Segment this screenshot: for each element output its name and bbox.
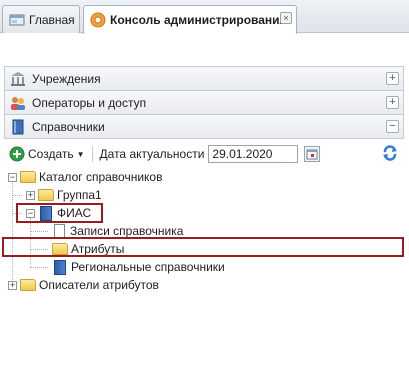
tab-admin-console[interactable]: Консоль администрирования × [83, 5, 297, 34]
calendar-icon [306, 149, 318, 160]
accordion-references[interactable]: Справочники − [5, 115, 403, 139]
tree-connector [30, 249, 48, 250]
tab-bar: Главная Консоль администрирования × [0, 0, 409, 34]
tree-connector [12, 195, 22, 196]
refresh-icon [383, 145, 397, 161]
reference-books-icon [54, 259, 66, 275]
folder-icon [20, 279, 36, 291]
collapse-references-button[interactable]: − [386, 120, 399, 133]
tree-node-fias-label: ФИАС [57, 206, 92, 220]
chevron-down-icon: ▼ [76, 149, 85, 159]
accordion-operators-label: Операторы и доступ [32, 95, 147, 110]
institution-icon [10, 71, 26, 87]
tab-home[interactable]: Главная [2, 5, 80, 33]
accordion-references-label: Справочники [32, 119, 105, 134]
date-actuality-value: 29.01.2020 [212, 147, 273, 161]
tree-connector [12, 213, 22, 214]
home-icon [9, 12, 25, 28]
document-icon [54, 224, 65, 238]
expand-operators-button[interactable]: + [386, 96, 399, 109]
references-toolbar: Создать ▼ Дата актуальности 29.01.2020 [4, 142, 404, 166]
refresh-button[interactable] [382, 145, 398, 164]
date-actuality-label: Дата актуальности [99, 147, 205, 161]
admin-accordion: Учреждения + Операторы и доступ + Справо… [4, 66, 404, 139]
tree-node-descriptors[interactable]: + Описатели атрибутов [8, 276, 159, 294]
tab-admin-console-label: Консоль администрирования [110, 13, 287, 27]
collapse-toggle-icon[interactable]: − [8, 172, 17, 182]
reference-book-icon [40, 205, 52, 221]
users-icon [10, 95, 26, 111]
expand-toggle-icon[interactable]: + [26, 190, 35, 200]
tree-node-catalog-label: Каталог справочников [39, 170, 163, 184]
add-circle-icon [9, 146, 25, 162]
tab-home-label: Главная [29, 12, 75, 27]
collapse-toggle-icon[interactable]: − [26, 208, 35, 218]
tree-node-records[interactable]: Записи справочника [52, 222, 183, 240]
folder-icon [20, 171, 36, 183]
accordion-institutions-label: Учреждения [32, 71, 101, 86]
folder-icon [38, 189, 54, 201]
create-button-label: Создать [28, 147, 74, 161]
calendar-button[interactable] [304, 146, 321, 162]
tree-node-attributes[interactable]: Атрибуты [52, 240, 124, 258]
expand-toggle-icon[interactable]: + [8, 280, 17, 290]
tree-connector [30, 231, 48, 232]
tree-node-records-label: Записи справочника [70, 224, 184, 238]
book-icon [10, 119, 26, 135]
accordion-institutions[interactable]: Учреждения + [5, 67, 403, 91]
tree-node-descriptors-label: Описатели атрибутов [39, 278, 159, 292]
date-actuality-field[interactable]: 29.01.2020 [208, 145, 299, 163]
expand-institutions-button[interactable]: + [386, 72, 399, 85]
folder-icon [52, 243, 68, 255]
tree-node-regional-label: Региональные справочники [71, 260, 225, 274]
create-button[interactable]: Создать ▼ [9, 146, 85, 162]
accordion-operators[interactable]: Операторы и доступ + [5, 91, 403, 115]
tree-connector [30, 218, 31, 268]
tree-node-group1-label: Группа1 [57, 188, 102, 202]
settings-gear-icon [90, 12, 106, 28]
tree-node-fias[interactable]: − ФИАС [26, 204, 91, 222]
tree-connector [30, 267, 48, 268]
tree-node-regional[interactable]: Региональные справочники [52, 258, 225, 276]
tree-node-group1[interactable]: + Группа1 [26, 186, 102, 204]
toolbar-separator [91, 146, 93, 162]
tree-node-catalog[interactable]: − Каталог справочников [8, 168, 162, 186]
tree-node-attributes-label: Атрибуты [71, 242, 125, 256]
close-tab-button[interactable]: × [280, 12, 292, 24]
